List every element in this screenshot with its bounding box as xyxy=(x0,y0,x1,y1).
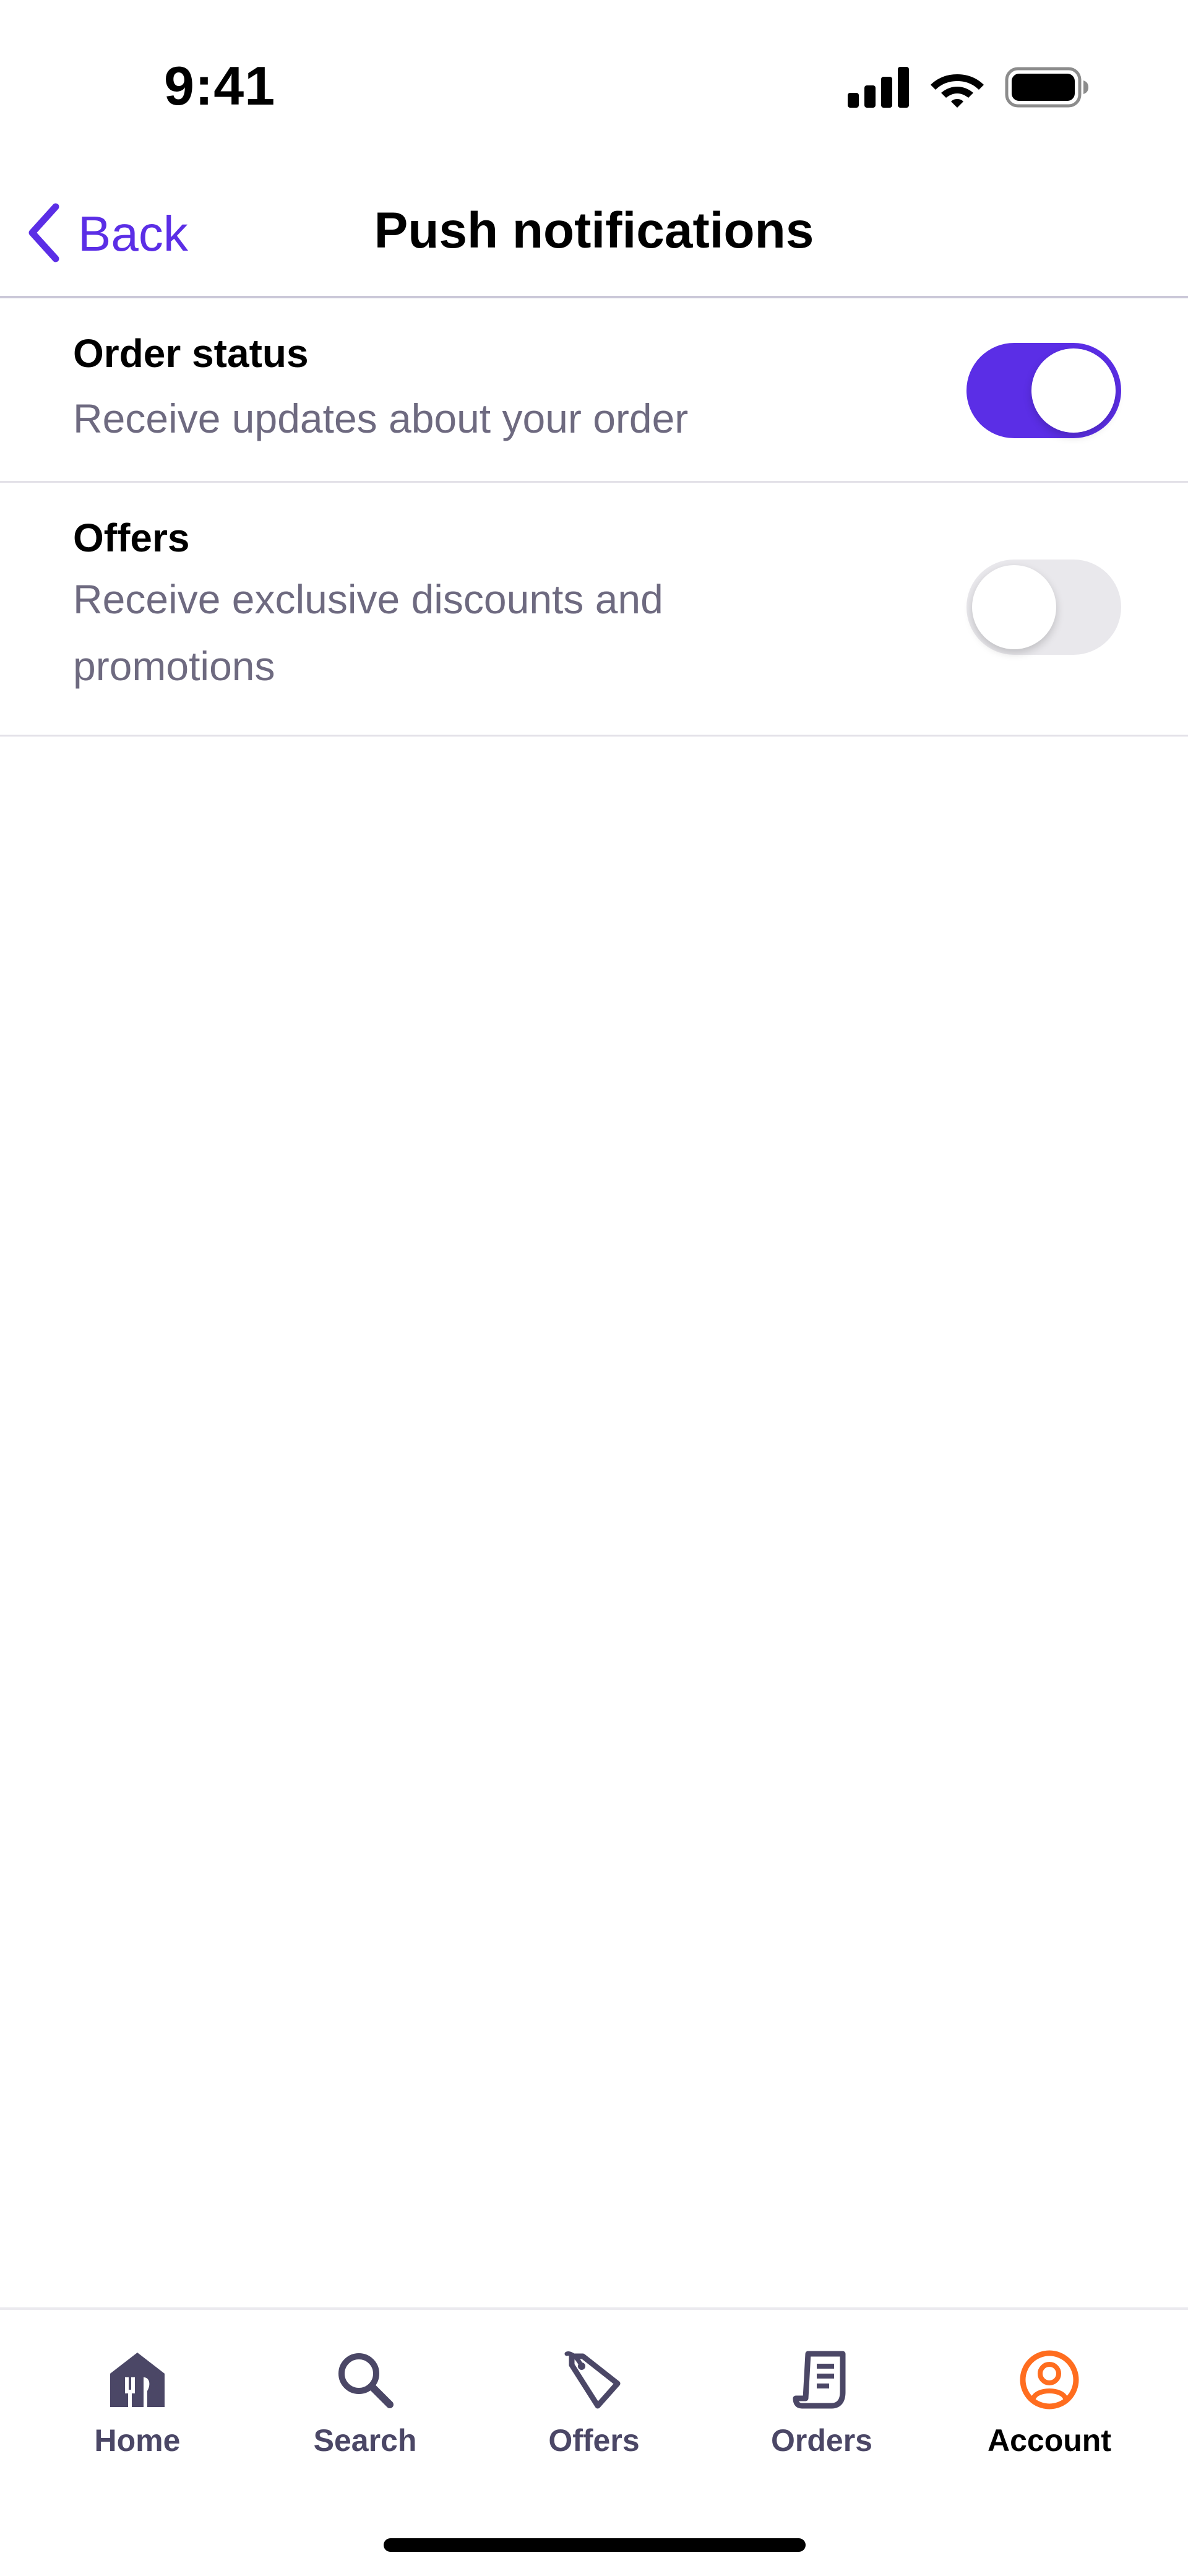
tab-home[interactable]: Home xyxy=(45,2346,230,2470)
battery-icon xyxy=(1005,67,1089,111)
cellular-signal-icon xyxy=(848,67,910,111)
tag-icon xyxy=(560,2346,628,2414)
setting-title: Offers xyxy=(73,516,190,560)
tab-account[interactable]: Account xyxy=(957,2346,1142,2470)
tab-offers[interactable]: Offers xyxy=(501,2346,687,2470)
tab-orders[interactable]: Orders xyxy=(729,2346,915,2470)
offers-toggle[interactable] xyxy=(966,560,1121,655)
wifi-icon xyxy=(929,67,985,111)
toggle-knob xyxy=(972,565,1056,649)
receipt-icon xyxy=(788,2346,856,2414)
push-notifications-screen: 9:41 Back Push notifications Order statu… xyxy=(0,0,1188,2576)
status-time: 9:41 xyxy=(164,55,276,116)
setting-description: Receive updates about your order xyxy=(73,395,689,441)
status-icons xyxy=(848,67,1089,111)
setting-row-order-status: Order status Receive updates about your … xyxy=(0,298,1188,483)
page-title: Push notifications xyxy=(374,202,814,259)
status-bar: 9:41 xyxy=(0,0,1188,173)
tab-search[interactable]: Search xyxy=(272,2346,458,2470)
home-indicator xyxy=(384,2538,806,2552)
home-icon xyxy=(103,2346,171,2414)
tab-label: Home xyxy=(94,2423,181,2458)
order-status-toggle[interactable] xyxy=(966,343,1121,438)
nav-header: Back Push notifications xyxy=(0,173,1188,298)
setting-row-offers: Offers Receive exclusive discounts and p… xyxy=(0,483,1188,737)
account-icon xyxy=(1015,2346,1083,2414)
settings-list: Order status Receive updates about your … xyxy=(0,298,1188,737)
tab-label: Account xyxy=(988,2423,1111,2458)
search-icon xyxy=(331,2346,399,2414)
setting-title: Order status xyxy=(73,331,309,376)
tab-label: Search xyxy=(313,2423,417,2458)
setting-description: Receive exclusive discounts and promotio… xyxy=(73,576,663,689)
tab-label: Orders xyxy=(771,2423,872,2458)
toggle-knob xyxy=(1031,348,1116,433)
tab-label: Offers xyxy=(548,2423,640,2458)
tab-bar: Home Search Offers Orders Account xyxy=(0,2307,1188,2576)
